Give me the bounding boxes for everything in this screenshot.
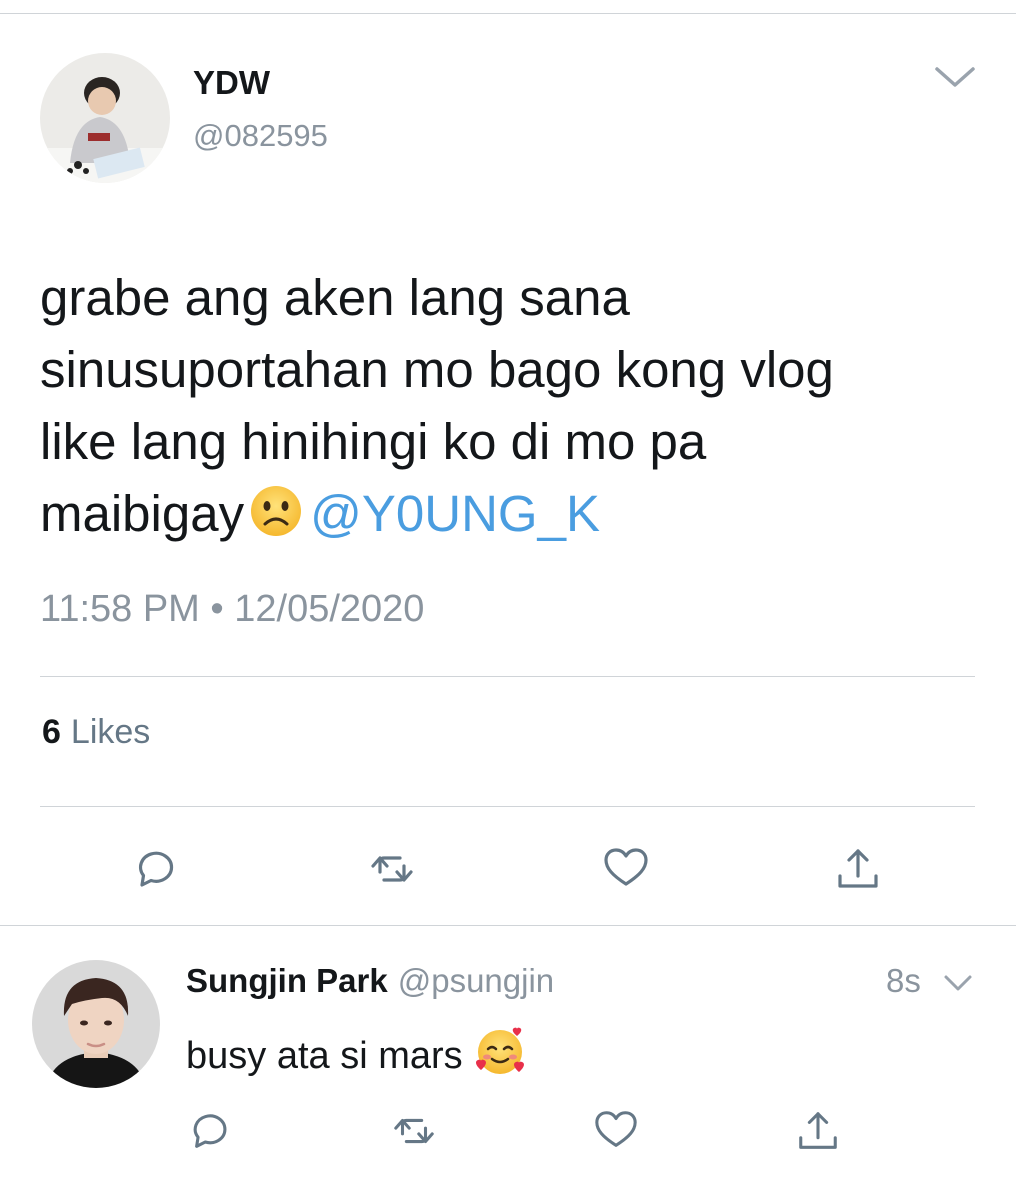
mention-link[interactable]: @Y0UNG_K [310, 485, 600, 542]
tweet-text-line-last: maibigay @Y0UNG_K [40, 478, 980, 550]
reply-author-avatar[interactable] [32, 960, 160, 1088]
top-divider [0, 13, 1016, 14]
divider [0, 925, 1016, 926]
likes-label: Likes [70, 713, 151, 751]
tweet-timestamp: 11:58 PM • 12/05/2020 [40, 588, 425, 630]
likes-stat[interactable]: 6 Likes [42, 713, 150, 752]
chevron-down-icon[interactable] [934, 64, 976, 90]
reply-text: busy ata si mars [186, 1035, 463, 1077]
like-icon[interactable] [593, 1107, 639, 1153]
reply-author-handle[interactable]: @psungjin [398, 962, 554, 999]
reply-author-name[interactable]: Sungjin Park [186, 962, 388, 999]
divider [40, 676, 975, 677]
chevron-down-icon[interactable] [943, 973, 973, 993]
smiling-face-with-hearts-emoji [473, 1024, 527, 1078]
reply-icon[interactable] [188, 1108, 234, 1154]
share-icon[interactable] [834, 846, 882, 894]
reply-text-row: busy ata si mars [186, 1024, 527, 1078]
share-icon[interactable] [795, 1109, 841, 1155]
tweet-text-line: grabe ang aken lang sana [40, 269, 630, 326]
retweet-icon[interactable] [391, 1108, 437, 1154]
reply-header: Sungjin Park @psungjin [186, 962, 554, 1000]
tweet-text-line: sinusuportahan mo bago kong vlog [40, 341, 834, 398]
retweet-icon[interactable] [368, 845, 416, 893]
author-avatar[interactable] [40, 53, 170, 183]
author-handle[interactable]: @082595 [193, 118, 328, 154]
reply-icon[interactable] [133, 845, 181, 893]
likes-count: 6 [42, 713, 61, 751]
divider [40, 806, 975, 807]
reply-time: 8s [886, 962, 921, 999]
like-icon[interactable] [602, 844, 650, 892]
frowning-face-emoji [248, 483, 304, 539]
tweet-text-line: maibigay [40, 485, 245, 542]
tweet-text: grabe ang aken lang sana sinusuportahan … [40, 262, 980, 550]
tweet-text-line: like lang hinihingi ko di mo pa [40, 413, 707, 470]
author-name[interactable]: YDW [193, 64, 270, 102]
